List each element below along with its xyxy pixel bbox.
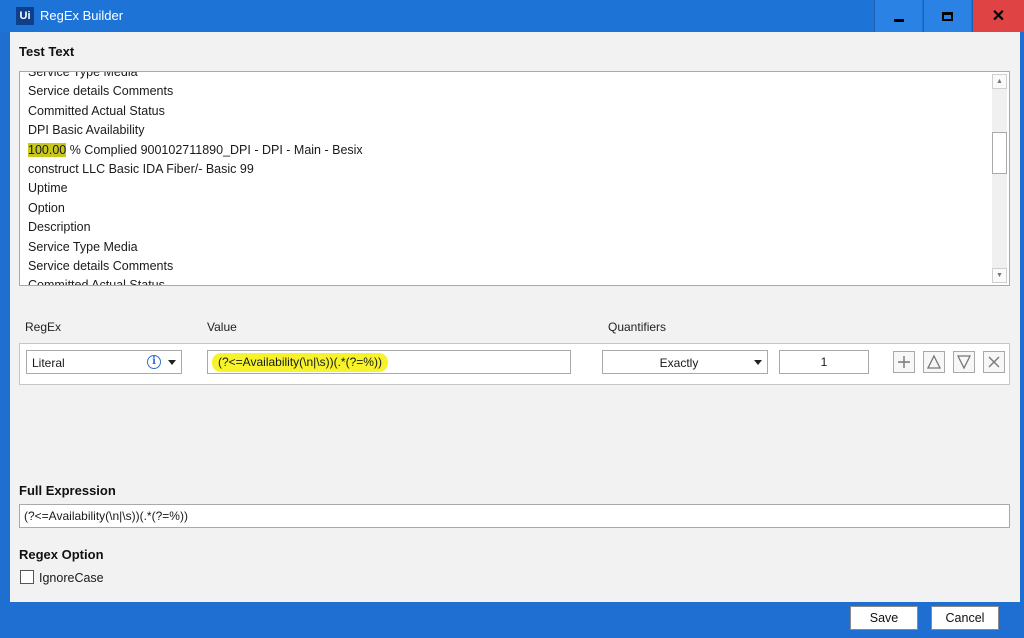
test-line: Committed Actual Status <box>28 103 165 118</box>
test-line: construct LLC Basic IDA Fiber/- Basic 99 <box>28 161 254 176</box>
regex-option-label: Regex Option <box>19 547 104 562</box>
ignore-case-checkbox[interactable] <box>20 570 34 584</box>
app-logo-icon: Ui <box>16 7 34 25</box>
quantifier-count-input[interactable]: 1 <box>779 350 869 374</box>
window-title: RegEx Builder <box>40 8 124 23</box>
vertical-scrollbar[interactable]: ▲ ▼ <box>992 74 1007 283</box>
triangle-up-icon <box>926 354 942 369</box>
close-icon: ✕ <box>991 8 1006 25</box>
scroll-thumb[interactable] <box>992 132 1007 174</box>
test-line: Option <box>28 200 65 215</box>
value-column-header: Value <box>207 320 237 334</box>
maximize-icon <box>942 11 953 21</box>
regex-type-select[interactable]: Literal i <box>26 350 182 374</box>
test-line: DPI Basic Availability <box>28 123 145 138</box>
test-line: Service Type Media <box>28 239 138 254</box>
chevron-down-icon <box>168 360 176 365</box>
test-text-area[interactable]: Service Type Media Service details Comme… <box>19 71 1010 286</box>
info-icon[interactable]: i <box>147 355 161 369</box>
full-expression-field[interactable]: (?<=Availability(\n|\s))(.*(?=%)) <box>19 504 1010 528</box>
match-line-rest: % Complied 900102711890_DPI - DPI - Main… <box>66 142 363 157</box>
value-input[interactable]: (?<=Availability(\n|\s))(.*(?=%)) <box>207 350 571 374</box>
maximize-button[interactable] <box>923 0 971 32</box>
close-button[interactable]: ✕ <box>972 0 1024 32</box>
move-down-button[interactable] <box>953 351 975 373</box>
save-button[interactable]: Save <box>850 606 918 630</box>
match-highlight: 100.00 <box>28 142 67 157</box>
minimize-icon <box>893 18 904 22</box>
test-line-match: 100.00 % Complied 900102711890_DPI - DPI… <box>28 141 363 160</box>
test-line: Service details Comments <box>28 258 174 273</box>
quantifiers-column-header: Quantifiers <box>608 320 667 334</box>
test-text-lines: Service Type Media Service details Comme… <box>28 71 363 286</box>
regex-column-header: RegEx <box>25 320 62 334</box>
quantifier-select[interactable]: Exactly <box>602 350 768 374</box>
add-row-button[interactable] <box>893 351 915 373</box>
test-line: Committed Actual Status <box>28 278 165 286</box>
title-bar: Ui RegEx Builder ✕ <box>0 0 1024 32</box>
test-line: Uptime <box>28 181 68 196</box>
dialog-content: Test Text Service Type Media Service det… <box>10 32 1020 602</box>
chevron-down-icon <box>754 360 762 365</box>
close-icon <box>988 356 1000 368</box>
minimize-button[interactable] <box>874 0 922 32</box>
plus-icon <box>898 356 910 368</box>
full-expression-label: Full Expression <box>19 483 116 498</box>
regex-row: Literal i (?<=Availability(\n|\s))(.*(?=… <box>19 343 1010 385</box>
move-up-button[interactable] <box>923 351 945 373</box>
ignore-case-label[interactable]: IgnoreCase <box>39 571 104 585</box>
scroll-up-icon[interactable]: ▲ <box>992 74 1007 89</box>
value-text: (?<=Availability(\n|\s))(.*(?=%)) <box>212 353 388 372</box>
regex-type-value: Literal <box>32 356 65 370</box>
test-line: Description <box>28 220 91 235</box>
test-text-label: Test Text <box>19 44 75 59</box>
triangle-down-icon <box>956 355 972 370</box>
delete-row-button[interactable] <box>983 351 1005 373</box>
test-line: Service Type Media <box>28 71 138 79</box>
quantifier-value: Exactly <box>659 356 699 370</box>
cancel-button[interactable]: Cancel <box>931 606 999 630</box>
scroll-down-icon[interactable]: ▼ <box>992 268 1007 283</box>
test-line: Service details Comments <box>28 84 174 99</box>
